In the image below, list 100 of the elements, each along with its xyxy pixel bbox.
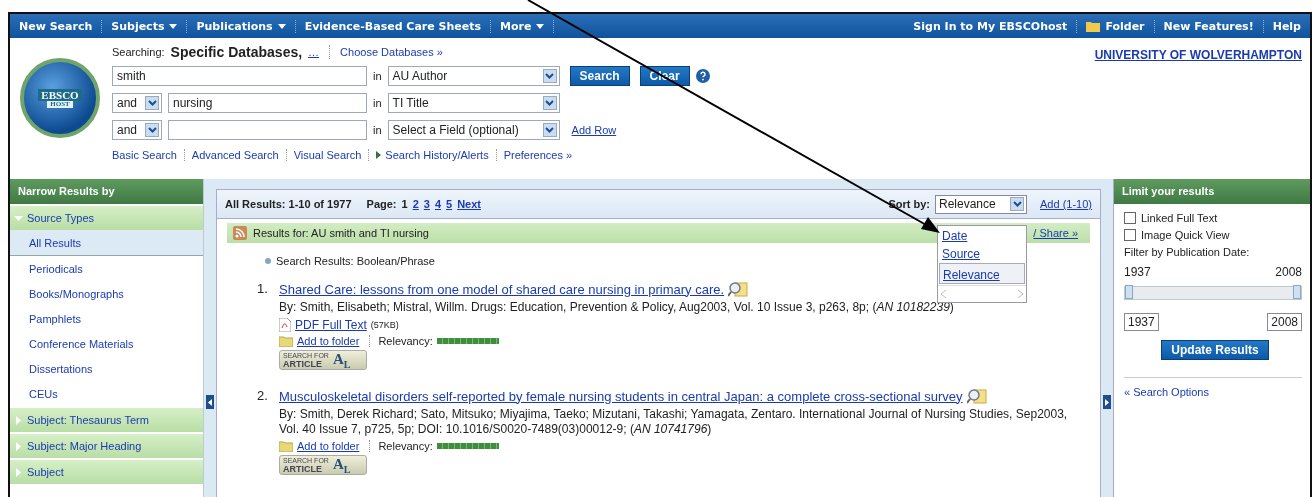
collapse-right-icon[interactable] (1103, 395, 1111, 409)
institution-link[interactable]: UNIVERSITY OF WOLVERHAMPTON (1094, 48, 1302, 62)
sort-select[interactable]: Relevance (935, 194, 1027, 214)
collapsed-triangle-icon (14, 467, 23, 477)
in-label: in (373, 97, 382, 109)
folder-link[interactable]: Folder (1077, 19, 1155, 33)
search-mode-link[interactable]: Preferences » (503, 149, 573, 161)
add-row-link[interactable]: Add Row (571, 124, 617, 136)
current-page: 1 (401, 198, 408, 210)
more-databases-link[interactable]: … (308, 46, 320, 58)
sidebar-item[interactable]: CEUs (10, 381, 203, 406)
choose-databases-link[interactable]: Choose Databases » (340, 46, 443, 58)
sidebar-item[interactable]: Periodicals (10, 256, 203, 281)
page-label: Page: (366, 198, 397, 210)
sort-option[interactable]: Relevance (939, 263, 1025, 284)
triangle-icon (376, 151, 382, 159)
caret-icon (536, 23, 545, 29)
nav-menu[interactable]: More (491, 19, 555, 33)
page-link[interactable]: 4 (434, 198, 442, 210)
sort-option[interactable]: Date (939, 227, 1025, 244)
collapse-left-icon[interactable] (206, 395, 214, 409)
search-field[interactable]: nursing (168, 93, 367, 113)
collapsed-triangle-icon (14, 441, 23, 451)
nav-menu[interactable]: Publications (187, 19, 296, 33)
sidebar-header: Narrow Results by (10, 179, 203, 204)
to-year-field[interactable]: 2008 (1267, 313, 1302, 331)
field-select[interactable]: TI Title (387, 93, 560, 113)
add-results-link[interactable]: Add (1-10) (1040, 198, 1092, 210)
checkbox[interactable] (1124, 229, 1136, 241)
help-icon[interactable] (695, 69, 710, 83)
sidebar-section[interactable]: Subject: Major Heading (10, 432, 203, 458)
sidebar-item[interactable]: Books/Monographs (10, 281, 203, 306)
share-link[interactable]: / Share » (1033, 227, 1078, 239)
pdf-full-text-link[interactable]: PDF Full Text (295, 318, 367, 332)
relevancy-label: Relevancy: (369, 440, 433, 452)
operator-select[interactable]: and (112, 93, 162, 113)
rss-icon[interactable] (233, 226, 247, 240)
sidebar-item[interactable]: Dissertations (10, 356, 203, 381)
search-mode-link[interactable]: Search History/Alerts (376, 149, 489, 161)
slider-handle[interactable] (1293, 285, 1301, 299)
database-name: Specific Databases, (170, 44, 303, 60)
magnifier-icon[interactable] (728, 281, 749, 297)
nav-menu[interactable]: Subjects (102, 19, 188, 33)
search-field[interactable] (168, 120, 367, 140)
searching-label: Searching: (112, 46, 165, 58)
nav-link[interactable]: Help (1263, 19, 1310, 33)
search-mode-text: Search Results: Boolean/Phrase (276, 255, 435, 267)
bullet-icon (265, 258, 271, 264)
sidebar-item[interactable]: Conference Materials (10, 331, 203, 356)
nav-link[interactable]: New Features! (1154, 19, 1264, 33)
in-label: in (373, 70, 382, 82)
search-field[interactable]: smith (112, 66, 367, 86)
page-link[interactable]: 3 (423, 198, 430, 210)
page-link[interactable]: 5 (446, 198, 453, 210)
pdf-icon (279, 318, 291, 332)
result-title-link[interactable]: Musculoskeletal disorders self-reported by female nursing students in central Japan: a complete cross-sectional survey (279, 388, 963, 404)
search-mode-link[interactable]: Basic Search (112, 149, 177, 161)
operator-select[interactable]: and (112, 120, 162, 140)
in-label: in (373, 124, 382, 136)
add-to-folder-link[interactable]: Add to folder (297, 335, 360, 347)
expanded-triangle-icon (14, 213, 23, 223)
page-link[interactable]: 2 (412, 198, 419, 210)
sort-label: Sort by: (888, 198, 930, 210)
checkbox[interactable] (1124, 212, 1136, 224)
file-size: (57KB) (370, 320, 399, 330)
result-citation: By: Smith, Derek Richard; Sato, Mitsuko; Miyajima, Taeko; Mizutani, Takashi; Yamagata, Zentaro. International Journal of Nursing Studies, Sep2003, Vol. 40 Issue 7, p725, 5p; DOI: 10.1016/S0020-7489(03)00012-9; (AN 10741796) (279, 407, 1069, 437)
sidebar-section[interactable]: Subject (10, 458, 203, 484)
nav-link[interactable]: Sign In to My EBSCOhost (904, 19, 1078, 33)
checkbox-label: Linked Full Text (1141, 212, 1218, 224)
search-mode-link[interactable]: Advanced Search (191, 149, 279, 161)
search-mode-link[interactable]: Visual Search (293, 149, 362, 161)
nav-link[interactable]: New Search (10, 19, 103, 33)
sidebar-item[interactable]: Pamphlets (10, 306, 203, 331)
result-number: 1. (257, 281, 269, 298)
results-summary: All Results: 1-10 of 1977 (225, 198, 352, 210)
date-range-slider[interactable] (1124, 286, 1302, 300)
sidebar-item[interactable]: All Results (10, 230, 203, 256)
results-for-text: Results for: AU smith and TI nursing (253, 227, 429, 239)
caret-icon (277, 23, 286, 29)
sidebar-section[interactable]: Source Types (10, 204, 203, 230)
search-button[interactable]: Search (569, 66, 630, 86)
update-results-button[interactable]: Update Results (1161, 340, 1269, 360)
sort-option[interactable]: Source (939, 245, 1025, 262)
page-link[interactable]: Next (457, 198, 481, 210)
add-to-folder-link[interactable]: Add to folder (297, 440, 360, 452)
filter-label: Filter by Publication Date: (1124, 246, 1251, 258)
range-min-label: 1937 (1124, 265, 1151, 279)
magnifier-icon[interactable] (966, 388, 987, 404)
nav-link[interactable]: Evidence-Based Care Sheets (295, 19, 492, 33)
checkbox-label: Image Quick View (1141, 229, 1230, 241)
folder-icon (279, 440, 293, 452)
search-options-link[interactable]: « Search Options (1124, 386, 1209, 398)
field-select[interactable]: Select a Field (optional) (387, 120, 560, 140)
caret-icon (169, 23, 178, 29)
sidebar-section[interactable]: Subject: Thesaurus Term (10, 406, 203, 432)
relevancy-label: Relevancy: (369, 335, 433, 347)
result-title-link[interactable]: Shared Care: lessons from one model of shared care nursing in primary care. (279, 281, 725, 297)
range-max-label: 2008 (1275, 265, 1302, 279)
from-year-field[interactable]: 1937 (1124, 313, 1159, 331)
field-select[interactable]: AU Author (387, 66, 560, 86)
